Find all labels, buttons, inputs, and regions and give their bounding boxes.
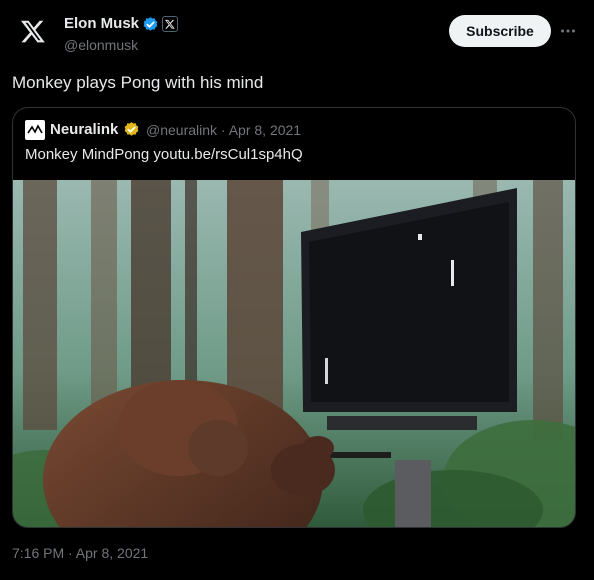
author-handle[interactable]: @elonmusk (64, 37, 138, 53)
quoted-text: Monkey MindPong youtu.be/rsCul1sp4hQ (25, 146, 303, 163)
author-name[interactable]: Elon Musk (64, 15, 139, 32)
video-thumbnail[interactable] (13, 180, 576, 528)
post-text: Monkey plays Pong with his mind (12, 73, 264, 92)
verified-badge-icon (143, 17, 158, 31)
quoted-post-card[interactable]: Neuralink @neuralink · Apr 8, 2021 Monke… (12, 107, 576, 528)
neuralink-avatar[interactable] (25, 120, 45, 140)
meta-separator: · (217, 122, 229, 138)
quoted-link[interactable]: youtu.be/rsCul1sp4hQ (153, 146, 302, 163)
quoted-author-handle[interactable]: @neuralink (146, 122, 217, 138)
subscribe-button[interactable]: Subscribe (449, 15, 551, 47)
quoted-date[interactable]: Apr 8, 2021 (229, 122, 301, 138)
more-horizontal-icon[interactable] (560, 26, 576, 36)
x-logo-icon[interactable] (20, 18, 46, 44)
quoted-author-name[interactable]: Neuralink (50, 121, 118, 138)
gold-verified-badge-icon (124, 122, 139, 136)
post-timestamp[interactable]: 7:16 PM · Apr 8, 2021 (12, 545, 148, 561)
quoted-text-body: Monkey MindPong (25, 146, 150, 163)
quoted-author-meta: @neuralink · Apr 8, 2021 (146, 122, 301, 138)
affiliate-x-badge-icon[interactable] (162, 16, 178, 32)
